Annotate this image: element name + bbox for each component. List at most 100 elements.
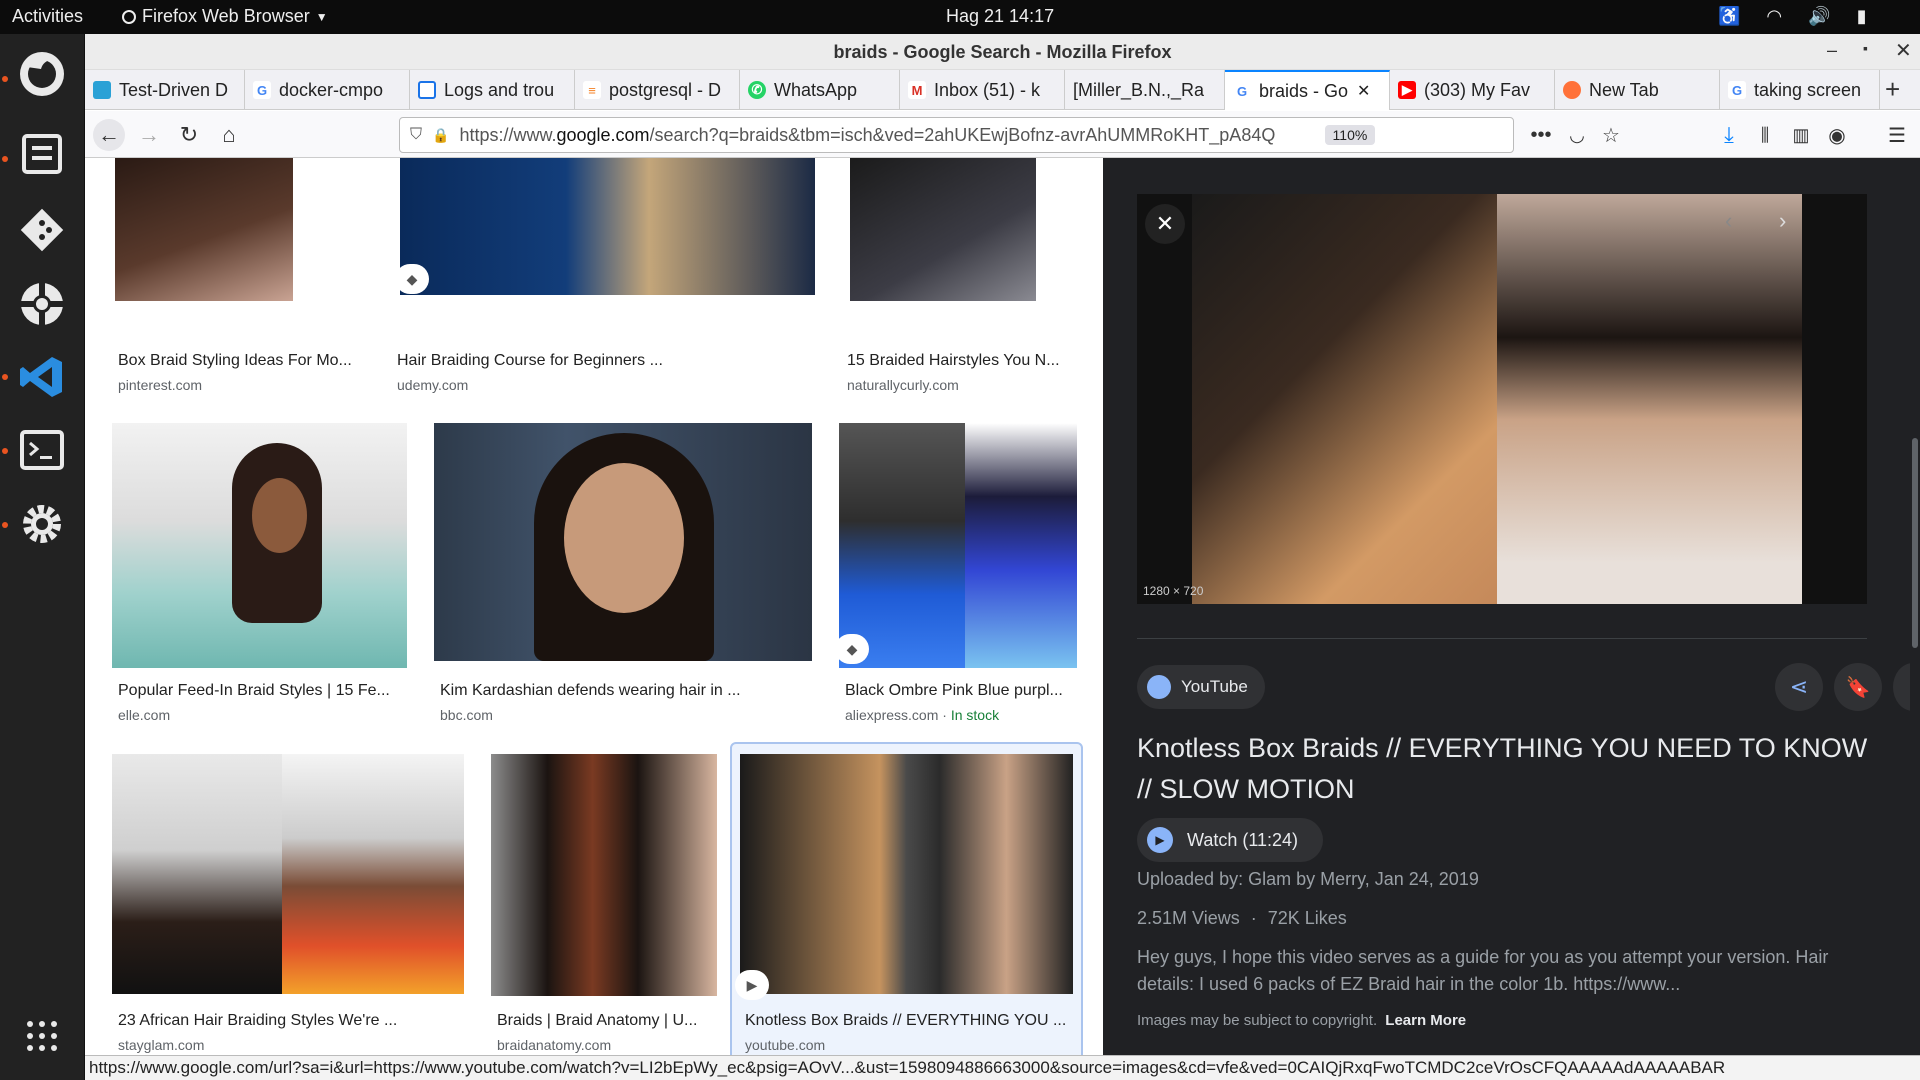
- new-tab-button[interactable]: +: [1885, 74, 1900, 105]
- watch-label: Watch (11:24): [1187, 829, 1299, 850]
- bookmark-star-icon[interactable]: ☆: [1595, 119, 1627, 151]
- wifi-icon[interactable]: ◠: [1766, 6, 1782, 27]
- accessibility-icon[interactable]: ♿: [1718, 6, 1740, 27]
- next-image-icon[interactable]: ›: [1779, 208, 1786, 234]
- whatsapp-icon: ✆: [748, 81, 766, 99]
- tab-braids[interactable]: G braids - Go ✕: [1225, 70, 1390, 110]
- tab-label: WhatsApp: [774, 79, 858, 100]
- library-icon[interactable]: ⫼: [1749, 119, 1781, 151]
- help-icon[interactable]: [12, 274, 72, 334]
- tab-label: (303) My Fav: [1424, 79, 1531, 100]
- save-bookmark-icon[interactable]: 🔖: [1834, 663, 1882, 711]
- preview-title[interactable]: Knotless Box Braids // EVERYTHING YOU NE…: [1137, 728, 1877, 810]
- result-title[interactable]: Black Ombre Pink Blue purpl...: [845, 682, 1075, 700]
- result-title[interactable]: Box Braid Styling Ideas For Mo...: [118, 352, 368, 370]
- pocket-icon[interactable]: ◡: [1561, 119, 1593, 151]
- zoom-indicator[interactable]: 110%: [1324, 125, 1376, 145]
- app-menu[interactable]: Firefox Web Browser ▼: [122, 6, 328, 27]
- files-icon[interactable]: [12, 124, 72, 184]
- tab-label: docker-cmpo: [279, 79, 384, 100]
- result-image[interactable]: [400, 158, 815, 295]
- result-source: stayglam.com: [118, 1037, 205, 1053]
- result-image[interactable]: [839, 423, 965, 668]
- result-title[interactable]: 15 Braided Hairstyles You N...: [847, 352, 1077, 370]
- clock[interactable]: Hag 21 14:17: [946, 6, 1054, 27]
- source-site-label: YouTube: [1181, 677, 1248, 696]
- result-image[interactable]: [282, 754, 464, 994]
- activities-button[interactable]: Activities: [12, 6, 83, 27]
- account-icon[interactable]: ◉: [1821, 119, 1853, 151]
- reload-button[interactable]: ↻: [173, 119, 205, 151]
- tab-label: postgresql - D: [609, 79, 722, 100]
- result-image[interactable]: [491, 754, 717, 996]
- forward-button[interactable]: →: [133, 119, 165, 151]
- url-path: /search?q=braids&tbm=isch&ved=2ahUKEwjBo…: [649, 124, 1276, 145]
- show-apps-icon[interactable]: [12, 1006, 72, 1066]
- result-image[interactable]: [115, 158, 293, 301]
- tab-docker[interactable]: G docker-cmpo: [245, 70, 410, 110]
- previous-image-icon[interactable]: ‹: [1725, 208, 1732, 234]
- result-title[interactable]: Knotless Box Braids // EVERYTHING YOU ..…: [745, 1012, 1075, 1030]
- result-title[interactable]: 23 African Hair Braiding Styles We're ..…: [118, 1012, 418, 1030]
- result-title[interactable]: Hair Braiding Course for Beginners ...: [397, 352, 727, 370]
- system-tray[interactable]: ♿ ◠ 🔊 ▮: [1718, 6, 1866, 27]
- running-indicator: [2, 156, 8, 162]
- home-button[interactable]: ⌂: [213, 119, 245, 151]
- tab-taking-screenshots[interactable]: G taking screen: [1720, 70, 1880, 110]
- downloads-icon[interactable]: ⤓: [1713, 119, 1745, 151]
- url-bar[interactable]: ⛉ 🔒 https://www. google.com/search?q=brai…: [399, 117, 1514, 153]
- tab-my-favorites[interactable]: ▶ (303) My Fav: [1390, 70, 1555, 110]
- tag-icon: ◆: [395, 264, 429, 294]
- result-image[interactable]: [965, 423, 1077, 668]
- source-site-chip[interactable]: YouTube: [1137, 665, 1265, 709]
- tab-label: [Miller_B.N.,_Ra: [1073, 79, 1205, 100]
- settings-icon[interactable]: [12, 494, 72, 554]
- menu-icon[interactable]: ☰: [1881, 119, 1913, 151]
- panel-scrollbar[interactable]: [1910, 158, 1920, 1080]
- tab-inbox[interactable]: M Inbox (51) - k: [900, 70, 1065, 110]
- volume-icon[interactable]: 🔊: [1808, 6, 1830, 27]
- share-icon[interactable]: ⋖: [1775, 663, 1823, 711]
- tab-new-tab[interactable]: New Tab: [1555, 70, 1720, 110]
- battery-icon[interactable]: ▮: [1857, 6, 1867, 27]
- terminal-icon[interactable]: [12, 420, 72, 480]
- scrollbar-thumb[interactable]: [1912, 438, 1918, 648]
- tab-label: Inbox (51) - k: [934, 79, 1041, 100]
- back-button[interactable]: ←: [93, 119, 125, 151]
- result-title[interactable]: Popular Feed-In Braid Styles | 15 Fe...: [118, 682, 398, 700]
- tracking-protection-icon[interactable]: ⛉: [410, 126, 422, 144]
- close-window-button[interactable]: ✕: [1895, 38, 1912, 63]
- result-image[interactable]: [112, 423, 407, 668]
- firefox-icon[interactable]: [12, 44, 72, 104]
- close-preview-icon[interactable]: ✕: [1145, 204, 1185, 244]
- result-source: youtube.com: [745, 1037, 826, 1053]
- result-image[interactable]: [112, 754, 282, 994]
- tab-label: braids - Go: [1259, 80, 1349, 101]
- learn-more-link[interactable]: Learn More: [1385, 1012, 1466, 1029]
- watch-button[interactable]: ▶ Watch (11:24): [1137, 818, 1323, 862]
- page-actions-icon[interactable]: •••: [1525, 119, 1557, 151]
- result-source: pinterest.com: [118, 377, 203, 393]
- minimize-button[interactable]: –: [1827, 40, 1837, 61]
- firefox-window: braids - Google Search - Mozilla Firefox…: [85, 34, 1920, 1080]
- video-description: Hey guys, I hope this video serves as a …: [1137, 947, 1829, 994]
- window-title: braids - Google Search - Mozilla Firefox: [85, 34, 1920, 70]
- tab-test-driven[interactable]: Test-Driven D: [85, 70, 245, 110]
- result-title[interactable]: Braids | Braid Anatomy | U...: [497, 1012, 702, 1030]
- result-title[interactable]: Kim Kardashian defends wearing hair in .…: [440, 682, 770, 700]
- tab-postgresql[interactable]: ≡ postgresql - D: [575, 70, 740, 110]
- vscode-icon[interactable]: [12, 347, 72, 407]
- tab-miller[interactable]: [Miller_B.N.,_Ra: [1065, 70, 1225, 110]
- maximize-button[interactable]: ▪: [1863, 40, 1868, 56]
- preview-image-left: [1192, 194, 1497, 604]
- tab-label: Logs and trou: [444, 79, 555, 100]
- lock-icon[interactable]: 🔒: [432, 127, 449, 144]
- git-icon[interactable]: [12, 200, 72, 260]
- result-image[interactable]: [434, 423, 812, 661]
- tab-whatsapp[interactable]: ✆ WhatsApp: [740, 70, 900, 110]
- result-image[interactable]: [850, 158, 1036, 301]
- close-tab-icon[interactable]: ✕: [1357, 81, 1370, 101]
- sidebar-icon[interactable]: ▥: [1785, 119, 1817, 151]
- result-image[interactable]: [740, 754, 1073, 994]
- tab-logs[interactable]: Logs and trou: [410, 70, 575, 110]
